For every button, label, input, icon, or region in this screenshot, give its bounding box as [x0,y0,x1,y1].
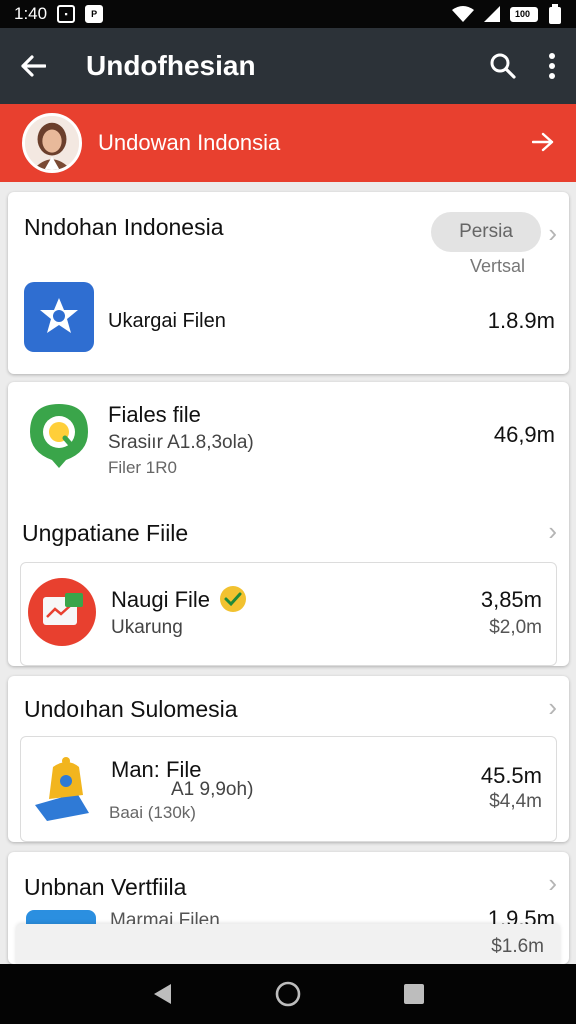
file-subtitle: A1 9,9oh) [171,779,254,800]
file-size: 1.8.9m [487,308,555,333]
battery-icon: 100 [510,6,538,22]
section-card-3: Undoıhan Sulomesia › Man: File A1 9,9oh)… [8,676,569,842]
bell-app-icon [31,755,101,825]
home-circle-icon[interactable] [274,980,302,1008]
section-title: Undoıhan Sulomesia [24,696,238,722]
arrow-right-icon[interactable] [531,128,554,159]
file-meta: Baai (130k) [109,803,196,822]
avatar[interactable] [22,113,82,173]
file-name: Ukargai Filen [108,310,226,332]
app-notification-icon: P [85,5,104,23]
star-app-icon[interactable] [24,282,94,352]
section-title: Ungpatiane Fiile [22,520,189,546]
file-name: Naugi File [111,587,211,612]
search-icon[interactable] [490,53,516,79]
signal-icon [484,6,500,22]
app-bar: Undofhesian [0,28,576,104]
file-name: Fiales file [108,402,201,427]
file-price: $2,0m [489,617,542,638]
recents-square-icon[interactable] [403,983,425,1005]
file-price: $1.6m [491,936,544,957]
file-size: 3,85m [480,587,542,612]
check-badge-icon [219,585,247,618]
status-bar: 1:40 ▪ P 100 [0,0,576,28]
system-nav-bar [0,964,576,1024]
file-size: 46,9m [493,422,555,447]
notification-icon: ▪ [57,5,76,23]
document-app-icon [27,577,97,647]
chevron-right-icon[interactable]: › [548,868,557,899]
pill-caption: Vertsal [469,256,525,276]
file-meta: Filer 1R0 [108,458,177,477]
chat-app-icon[interactable] [24,400,94,470]
section-card-1: Nndohan Indonesia Persia › Vertsal Ukarg… [8,192,569,374]
battery-charge-icon [549,4,561,24]
file-size: 45.5m [480,763,542,788]
bottom-sheet[interactable]: $1.6m [16,924,560,966]
chevron-right-icon[interactable]: › [548,692,557,723]
section-title: Unbnan Vertfiila [24,874,187,900]
file-subtitle: Ukarung [111,617,183,638]
status-time: 1:40 [14,4,48,23]
wifi-icon [452,6,474,22]
section-title: Nndohan Indonesia [24,214,224,240]
chevron-right-icon[interactable]: › [548,516,557,547]
file-list-item[interactable]: Naugi File Ukarung 3,85m $2,0m [20,562,557,666]
version-pill-button[interactable]: Persia [431,212,541,252]
section-card-2: Fiales file Srasiır A1.8,3ola) Filer 1R0… [8,382,569,666]
back-arrow-icon[interactable] [20,55,46,77]
chevron-right-icon[interactable]: › [548,218,557,249]
file-subtitle: Srasiır A1.8,3ola) [108,432,254,453]
file-price: $4,4m [489,791,542,812]
file-list-item[interactable]: Man: File A1 9,9oh) Baai (130k) 45.5m $4… [20,736,557,842]
banner-label: Undowan Indonsia [98,130,281,155]
back-triangle-icon[interactable] [151,982,173,1006]
more-vert-icon[interactable] [548,53,556,79]
page-title: Undofhesian [86,50,256,81]
profile-banner[interactable]: Undowan Indonsia [0,104,576,182]
